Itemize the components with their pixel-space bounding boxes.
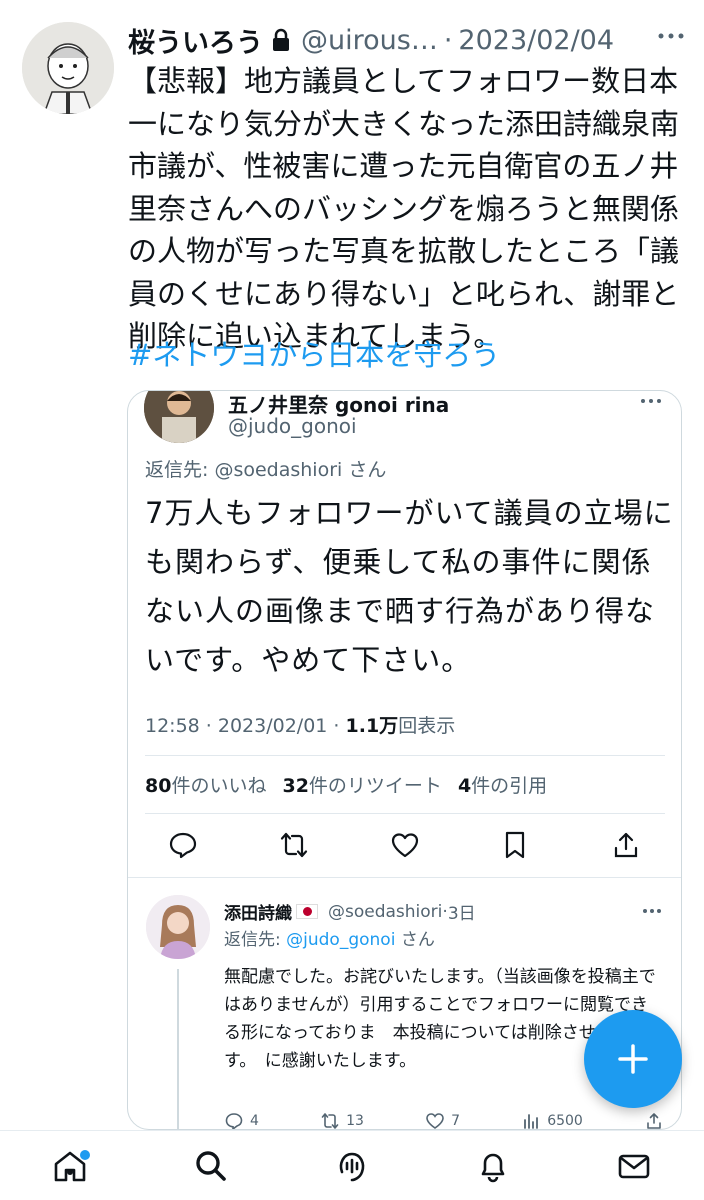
author-name[interactable]: 桜ういろう [128,21,263,60]
notifications-icon [481,1153,505,1182]
reply-author-avatar[interactable] [146,895,210,959]
reply-prefix: 返信先: [224,930,287,950]
retweet-count: 13 [346,1113,364,1129]
reply-icon[interactable] [168,830,198,864]
quoted-tweet-actions [168,829,641,865]
divider [145,813,665,814]
author-avatar[interactable] [22,22,114,114]
engagement-stats: 80件のいいね 32件のリツイート 4件の引用 [145,771,547,798]
plus-icon [618,1044,648,1074]
reply-suffix: さん [342,459,387,481]
retweets-count: 32 [282,775,309,797]
share-icon[interactable] [611,830,641,864]
tab-messages[interactable] [604,1138,664,1194]
like-action[interactable]: 7 [425,1111,461,1129]
japan-flag-icon [296,904,318,919]
retweet-icon[interactable] [279,830,309,864]
tweet-date[interactable]: 2023/02/04 [458,25,614,56]
retweet-action[interactable]: 13 [320,1111,364,1129]
retweets-stat[interactable]: 32件のリツイート [282,771,441,798]
reply-author-name[interactable]: 添田詩織 [224,899,292,924]
tab-spaces[interactable] [322,1138,382,1194]
spaces-icon [339,1152,365,1181]
author-handle[interactable]: @uirous… [301,25,438,56]
tab-notifications[interactable] [463,1138,523,1194]
likes-label: 件のいいね [171,775,267,797]
bookmark-icon[interactable] [500,830,530,864]
quoted-tweet-body: 7万人もフォロワーがいて議員の立場にも関わらず、便乗して私の事件に関係ない人の画… [145,496,674,677]
tweet-body: 【悲報】地方議員としてフォロワー数日本一になり気分が大きくなった添田詩織泉南市議… [128,64,680,353]
search-icon [196,1150,226,1181]
quoted-tweet-time[interactable]: 12:58 · 2023/02/01 · [145,715,346,737]
more-options-icon[interactable] [656,24,686,48]
share-icon[interactable] [644,1111,664,1129]
tab-search[interactable] [181,1138,241,1194]
reply-age[interactable]: 3日 [448,899,476,924]
likes-stat[interactable]: 80件のいいね [145,771,266,798]
quoted-author-handle[interactable]: @judo_gonoi [228,414,357,438]
reply-mention[interactable]: @soedashiori [214,459,342,481]
quotes-count: 4 [457,775,472,797]
views-action[interactable]: 6500 [521,1111,583,1129]
quoted-tweet-meta: 12:58 · 2023/02/01 · 1.1万回表示 [145,711,455,738]
reply-suffix: さん [395,930,435,950]
more-options-icon[interactable] [639,393,663,409]
hashtag-link[interactable]: #ネトウヨから日本を守ろう [128,332,500,374]
divider [145,755,665,756]
thread-line [177,969,179,1129]
lock-icon [271,28,291,52]
reply-prefix: 返信先: [145,459,215,481]
reply-author-handle[interactable]: @soedashiori [328,902,442,922]
reply-action[interactable]: 4 [224,1111,259,1129]
reply-context: 返信先: @soedashiori さん [145,455,386,482]
reply-count: 4 [250,1113,259,1129]
reply-mention[interactable]: @judo_gonoi [286,930,395,950]
divider [128,877,681,878]
quotes-stat[interactable]: 4件の引用 [458,771,547,798]
tab-home[interactable] [40,1138,100,1194]
messages-icon [618,1154,649,1178]
quotes-label: 件の引用 [471,775,548,797]
compose-tweet-button[interactable] [584,1010,682,1108]
quoted-tweet-card[interactable]: 五ノ井里奈 gonoi rina @judo_gonoi 返信先: @soeda… [127,390,682,1130]
views-count: 1.1万 [345,715,399,737]
likes-count: 80 [145,775,172,797]
bottom-tab-bar [0,1130,704,1200]
retweets-label: 件のリツイート [308,775,442,797]
notification-dot [80,1149,91,1160]
reply-tweet-actions: 4 13 7 6500 [224,1111,664,1129]
like-icon[interactable] [390,830,420,864]
views-count: 6500 [547,1113,583,1129]
more-options-icon[interactable] [641,903,663,917]
separator: · [443,24,453,56]
reply-context: 返信先: @judo_gonoi さん [224,925,435,950]
quoted-author-avatar[interactable] [144,391,214,443]
like-count: 7 [451,1113,461,1129]
views-label: 回表示 [398,715,456,737]
